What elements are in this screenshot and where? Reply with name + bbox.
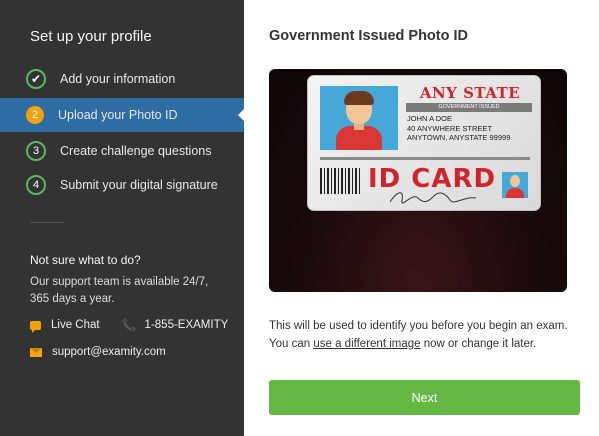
id-photo (320, 86, 398, 150)
sidebar: Set up your profile ✔ Add your informati… (0, 0, 245, 436)
help-title: Not sure what to do? (30, 253, 141, 267)
barcode-icon (320, 168, 360, 194)
step-number: 2 (26, 106, 44, 124)
check-icon: ✔ (26, 69, 46, 89)
step-label: Submit your digital signature (60, 178, 218, 192)
signature-icon (389, 192, 477, 204)
chat-icon (30, 320, 41, 333)
step-label: Upload your Photo ID (58, 108, 178, 122)
next-button[interactable]: Next (269, 380, 580, 415)
live-chat-link[interactable]: Live Chat (51, 319, 100, 331)
sidebar-title: Set up your profile (30, 28, 152, 45)
step-challenge-questions[interactable]: 3 Create challenge questions (0, 134, 244, 168)
step-label: Create challenge questions (60, 144, 212, 158)
id-details: JOHN A DOE 40 ANYWHERE STREET ANYTOWN, A… (407, 114, 511, 142)
step-digital-signature[interactable]: 4 Submit your digital signature (0, 168, 244, 202)
step-add-information[interactable]: ✔ Add your information (0, 62, 244, 96)
step-number: 3 (26, 141, 46, 161)
id-gov-label: GOVERNMENT ISSUED (406, 103, 532, 112)
sidebar-divider (30, 222, 64, 223)
info-text: This will be used to identify you before… (269, 320, 568, 350)
help-text: Our support team is available 24/7, 365 … (30, 276, 209, 305)
step-number: 4 (26, 175, 46, 195)
phone-icon: 📞 (121, 318, 137, 332)
steps-list: ✔ Add your information 2 Upload your Pho… (0, 62, 245, 202)
support-email-link[interactable]: support@examity.com (52, 346, 166, 358)
contact-row: Live Chat 📞 1-855-EXAMITY (30, 318, 229, 333)
step-upload-photo-id[interactable]: 2 Upload your Photo ID (0, 98, 245, 132)
id-card-image: ANY STATE GOVERNMENT ISSUED JOHN A DOE 4… (307, 75, 541, 211)
use-different-image-link[interactable]: use a different image (313, 338, 420, 350)
email-row: support@examity.com (30, 346, 166, 358)
id-divider (320, 157, 530, 160)
step-label: Add your information (60, 72, 176, 86)
id-state-title: ANY STATE (419, 84, 521, 102)
phone-number[interactable]: 1-855-EXAMITY (145, 319, 229, 331)
envelope-icon (30, 347, 42, 357)
photo-id-preview: ANY STATE GOVERNMENT ISSUED JOHN A DOE 4… (269, 69, 567, 292)
id-small-photo (502, 172, 528, 198)
page-title: Government Issued Photo ID (269, 28, 468, 44)
